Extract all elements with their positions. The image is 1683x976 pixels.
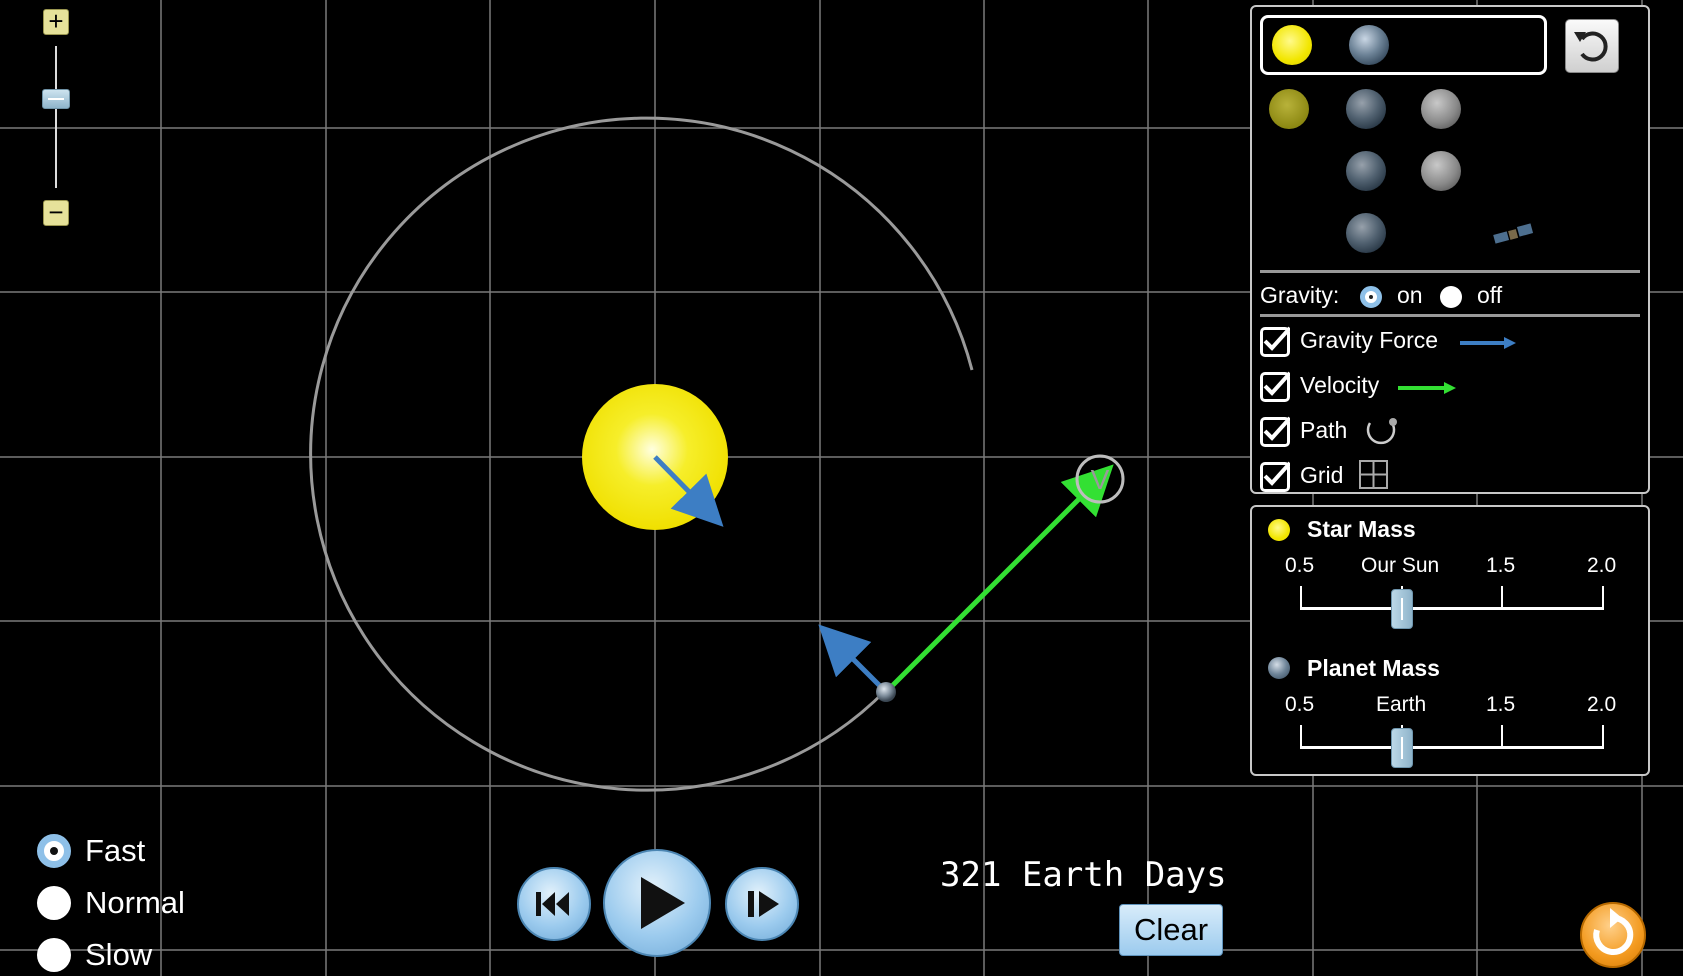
star-mass-tick-label: 0.5 bbox=[1285, 554, 1315, 577]
gravity-label: Gravity: bbox=[1260, 282, 1340, 308]
earth-icon bbox=[1346, 151, 1386, 191]
speed-fast-radio[interactable] bbox=[37, 834, 71, 868]
earth-icon bbox=[1346, 213, 1386, 253]
slider-tick bbox=[1300, 586, 1302, 608]
star-mass-slider-thumb[interactable] bbox=[1391, 589, 1413, 629]
path-checkbox[interactable] bbox=[1260, 416, 1290, 447]
planet-mass-title: Planet Mass bbox=[1307, 655, 1440, 681]
planet-mass-tick-label: 2.0 bbox=[1587, 693, 1617, 716]
moon-icon bbox=[1421, 151, 1461, 191]
velocity-handle-label: V bbox=[1091, 464, 1110, 495]
path-label[interactable]: Path bbox=[1300, 417, 1347, 444]
slider-tick bbox=[1602, 725, 1604, 747]
planet-gravity-arrow bbox=[818, 624, 888, 694]
speed-slow-label[interactable]: Slow bbox=[85, 937, 152, 973]
earth-icon bbox=[1346, 89, 1386, 129]
zoom-in-button[interactable]: + bbox=[43, 8, 69, 35]
velocity-checkbox[interactable] bbox=[1260, 371, 1290, 402]
gravity-on-radio[interactable] bbox=[1360, 286, 1382, 308]
gravity-force-checkbox[interactable] bbox=[1260, 326, 1290, 357]
speed-normal-radio[interactable] bbox=[37, 886, 71, 920]
sun-icon bbox=[1269, 89, 1309, 129]
star-mass-tick-label: 2.0 bbox=[1587, 554, 1617, 577]
planet-mass-slider-thumb[interactable] bbox=[1391, 728, 1413, 768]
undo-icon bbox=[1574, 31, 1608, 62]
star-mass-slider-track[interactable] bbox=[1300, 607, 1604, 610]
planet[interactable] bbox=[876, 682, 896, 702]
speed-fast-label[interactable]: Fast bbox=[85, 833, 145, 869]
slider-tick bbox=[1602, 586, 1604, 608]
satellite-icon bbox=[1493, 223, 1534, 244]
gravity-force-label[interactable]: Gravity Force bbox=[1300, 327, 1438, 354]
velocity-arrow bbox=[884, 464, 1114, 694]
star-mass-tick-label: 1.5 bbox=[1486, 554, 1516, 577]
gravity-on-label[interactable]: on bbox=[1397, 282, 1423, 309]
checkmark-icon bbox=[1263, 371, 1290, 396]
play-icon bbox=[641, 877, 685, 929]
sun-icon bbox=[1268, 519, 1290, 541]
play-button[interactable] bbox=[603, 849, 711, 957]
slider-tick bbox=[1501, 586, 1503, 608]
panel-divider bbox=[1260, 314, 1640, 317]
checkmark-icon bbox=[1263, 326, 1290, 351]
rewind-button[interactable] bbox=[517, 867, 591, 941]
control-panel: Gravity: on off Gravity Force Velocity P… bbox=[1250, 5, 1650, 494]
planet-mass-tick-label: 0.5 bbox=[1285, 693, 1315, 716]
step-forward-button[interactable] bbox=[725, 867, 799, 941]
gravity-off-radio[interactable] bbox=[1440, 286, 1462, 308]
panel-divider bbox=[1260, 270, 1640, 273]
mass-panel: Star Mass 0.5 Our Sun 1.5 2.0 Planet Mas… bbox=[1250, 505, 1650, 776]
planet-mass-slider-track[interactable] bbox=[1300, 746, 1604, 749]
refresh-icon bbox=[1593, 908, 1634, 955]
planet-mass-tick-label: 1.5 bbox=[1486, 693, 1516, 716]
velocity-handle[interactable]: V bbox=[1075, 454, 1125, 504]
grid-checkbox[interactable] bbox=[1260, 461, 1290, 492]
gravity-off-label[interactable]: off bbox=[1477, 282, 1502, 309]
checkmark-icon bbox=[1263, 461, 1290, 486]
moon-icon bbox=[1421, 89, 1461, 129]
grid-icon bbox=[1359, 460, 1388, 489]
zoom-slider-thumb[interactable] bbox=[42, 89, 70, 109]
rewind-icon bbox=[536, 892, 569, 916]
earth-icon bbox=[1268, 657, 1290, 679]
earth-icon bbox=[1349, 25, 1389, 65]
star-mass-title: Star Mass bbox=[1307, 516, 1416, 542]
grid-label[interactable]: Grid bbox=[1300, 462, 1343, 489]
speed-normal-label[interactable]: Normal bbox=[85, 885, 185, 921]
planet-mass-tick-label: Earth bbox=[1376, 693, 1427, 716]
velocity-label[interactable]: Velocity bbox=[1300, 372, 1379, 399]
path-icon bbox=[1366, 418, 1397, 445]
slider-tick bbox=[1300, 725, 1302, 747]
step-forward-icon bbox=[748, 891, 779, 917]
reset-bodies-button[interactable] bbox=[1565, 19, 1619, 73]
checkmark-icon bbox=[1263, 416, 1290, 441]
elapsed-time-readout: 321 Earth Days bbox=[940, 855, 1227, 895]
clear-button[interactable]: Clear bbox=[1119, 904, 1223, 956]
sun-icon bbox=[1272, 25, 1312, 65]
velocity-arrow-icon bbox=[1398, 382, 1456, 394]
zoom-track[interactable] bbox=[55, 46, 57, 188]
zoom-out-button[interactable]: − bbox=[43, 199, 69, 226]
body-preset-selected[interactable] bbox=[1260, 15, 1547, 75]
star-mass-tick-label: Our Sun bbox=[1361, 554, 1440, 577]
reset-all-button[interactable] bbox=[1580, 902, 1646, 968]
gravity-force-arrow-icon bbox=[1460, 337, 1516, 349]
slider-tick bbox=[1501, 725, 1503, 747]
speed-slow-radio[interactable] bbox=[37, 938, 71, 972]
